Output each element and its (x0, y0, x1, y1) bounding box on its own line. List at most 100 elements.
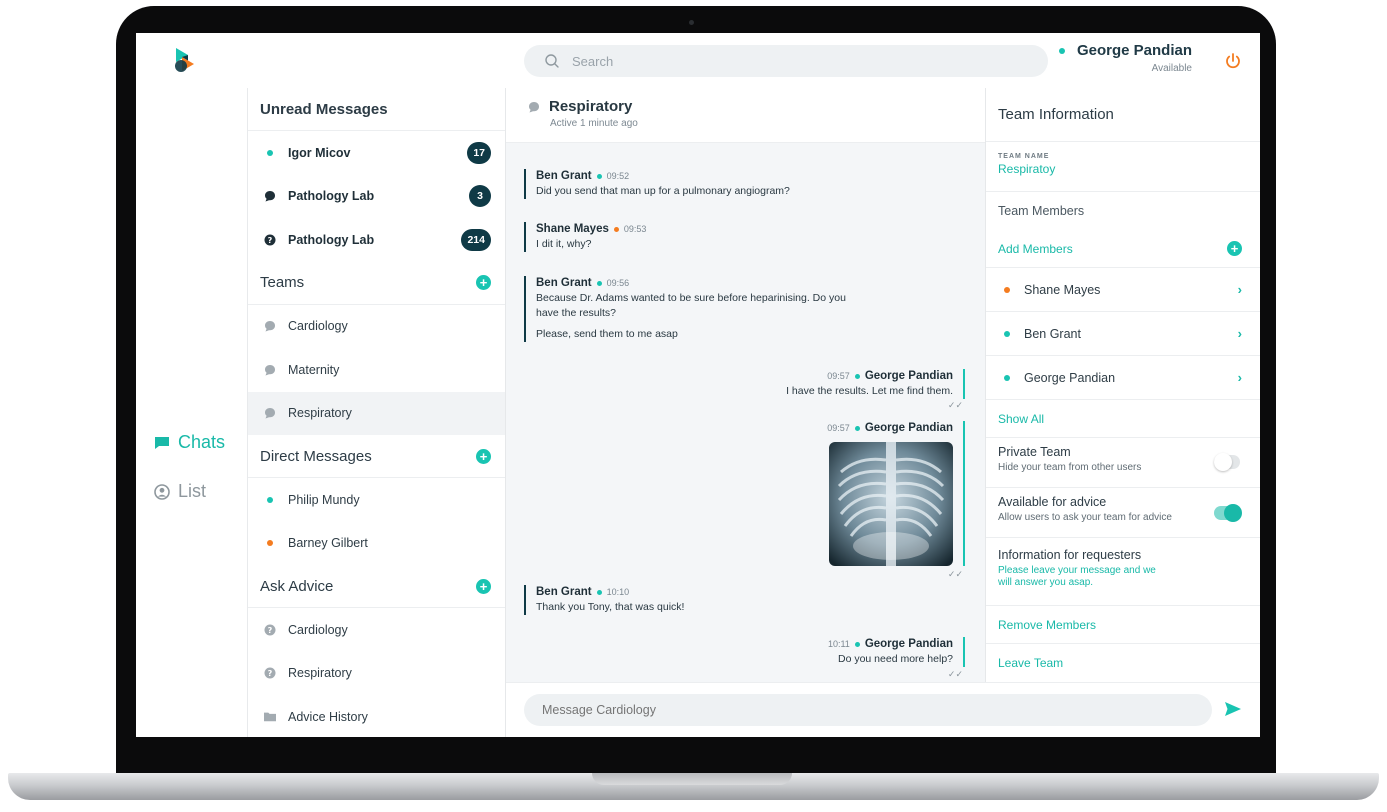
message-time: 09:53 (623, 224, 647, 234)
list-item[interactable]: ? Respiratory (248, 652, 505, 696)
list-item-label: Pathology Lab (288, 232, 375, 247)
add-members-link[interactable]: Add Members (998, 242, 1073, 256)
user-status: Available (1151, 63, 1192, 74)
message-author: Ben Grant (536, 170, 592, 182)
add-team-button[interactable]: + (476, 275, 491, 290)
team-name-label: TEAM NAME (998, 153, 1050, 160)
message-input[interactable] (542, 694, 1192, 726)
message-time: 10:11 (827, 639, 850, 649)
member-row[interactable]: Shane Mayes › (986, 268, 1260, 312)
unread-count-badge: 214 (461, 228, 491, 251)
power-icon[interactable] (1223, 51, 1243, 71)
list-item-label: Barney Gilbert (288, 536, 368, 551)
chat-icon (155, 436, 169, 449)
message-text: Do you need more help? (838, 653, 953, 665)
advice-title: Available for advice (998, 495, 1107, 509)
list-item-label: Respiratory (288, 406, 352, 421)
search-input[interactable] (572, 45, 992, 77)
requesters-block: Information for requesters Please leave … (986, 538, 1260, 606)
message: 09:57 George Pandian (827, 421, 965, 566)
message-text: Did you send that man up for a pulmonary… (536, 185, 790, 197)
add-advice-button[interactable]: + (476, 578, 491, 594)
read-receipt-icon: ✓✓ (947, 569, 963, 579)
list-item[interactable]: ? Pathology Lab 214 (248, 218, 505, 262)
team-name-value: Respiratoy (998, 162, 1056, 176)
laptop-notch (592, 773, 792, 785)
unread-count-badge: 3 (469, 185, 491, 208)
question-icon: ? (264, 234, 276, 246)
list-item[interactable]: Philip Mundy (248, 478, 505, 522)
online-dot (854, 641, 860, 647)
show-all-link[interactable]: Show All (998, 412, 1044, 426)
send-icon[interactable] (1224, 701, 1242, 717)
list-item[interactable]: Igor Micov 17 (248, 131, 505, 175)
add-members-row[interactable]: Add Members + (986, 230, 1260, 268)
requesters-text[interactable]: Please leave your message and we (998, 565, 1244, 576)
read-receipt-icon: ✓✓ (947, 400, 963, 410)
list-item-label: Cardiology (288, 622, 348, 637)
message-time: 09:56 (606, 278, 630, 288)
nav-list-label: List (178, 481, 207, 501)
online-dot (1004, 330, 1010, 337)
online-dot (854, 425, 860, 431)
user-name: George Pandian (1076, 42, 1192, 59)
list-item[interactable]: Pathology Lab 3 (248, 175, 505, 219)
requesters-text[interactable]: will answer you asap. (998, 577, 1244, 588)
remove-members-row[interactable]: Remove Members (986, 606, 1260, 644)
message-input-wrap[interactable] (524, 694, 1212, 726)
message: Ben Grant 09:52 Did you send that man up … (524, 169, 790, 199)
conversation-list: Unread Messages Igor Micov 17 Pathology … (247, 88, 505, 737)
member-row[interactable]: George Pandian › (986, 356, 1260, 400)
message: Shane Mayes 09:53 I dit it, why? (524, 222, 646, 252)
list-item[interactable]: ? Cardiology (248, 608, 505, 652)
online-dot (267, 149, 273, 156)
direct-header: Direct Messages + (248, 435, 505, 478)
away-dot (267, 540, 273, 547)
message-author: George Pandian (864, 370, 953, 382)
private-team-title: Private Team (998, 445, 1071, 459)
toggle-knob (1224, 504, 1242, 522)
search-bar[interactable] (524, 45, 1048, 77)
chat-bubble-icon (265, 364, 275, 376)
list-item-label: Advice History (288, 709, 368, 724)
list-item-selected[interactable]: Respiratory (248, 391, 505, 435)
list-item[interactable]: Cardiology (248, 305, 505, 349)
member-row[interactable]: Ben Grant › (986, 312, 1260, 356)
nav-list[interactable]: List (154, 481, 206, 502)
list-item-label: Philip Mundy (288, 492, 360, 507)
online-dot (1004, 374, 1010, 381)
message-list[interactable]: Ben Grant 09:52 Did you send that man up … (506, 143, 985, 682)
list-item[interactable]: Maternity (248, 348, 505, 392)
message-time: 09:52 (606, 171, 630, 181)
message-text: Thank you Tony, that was quick! (536, 601, 685, 613)
folder-icon (264, 712, 276, 722)
list-item-label: Respiratory (288, 666, 352, 681)
list-item[interactable]: Advice History (248, 695, 505, 737)
private-team-toggle[interactable] (1214, 453, 1240, 471)
add-member-button[interactable]: + (1227, 241, 1242, 256)
section-title: Ask Advice (260, 577, 334, 595)
remove-members-link[interactable]: Remove Members (998, 618, 1096, 632)
svg-text:?: ? (268, 236, 273, 245)
svg-text:?: ? (268, 626, 273, 635)
nav-chats-label: Chats (178, 432, 226, 452)
leave-team-row[interactable]: Leave Team (986, 644, 1260, 682)
section-title: Unread Messages (260, 100, 388, 118)
chat-bubble-icon (265, 321, 275, 332)
requesters-title: Information for requesters (998, 548, 1142, 562)
laptop-mockup: George Pandian Available Chats List Unre… (0, 0, 1387, 812)
toggle-knob (1214, 453, 1232, 471)
xray-image[interactable] (829, 442, 953, 566)
leave-team-link[interactable]: Leave Team (998, 656, 1063, 670)
show-all-row[interactable]: Show All (986, 400, 1260, 438)
nav-chats[interactable]: Chats (154, 432, 225, 453)
member-name: Ben Grant (1024, 326, 1081, 341)
advice-toggle[interactable] (1214, 504, 1242, 522)
chat-title: Respiratory (549, 98, 633, 115)
question-icon: ? (264, 667, 276, 679)
private-team-row: Private Team Hide your team from other u… (986, 438, 1260, 488)
message: Ben Grant 10:10 Thank you Tony, that was … (524, 585, 684, 615)
add-direct-button[interactable]: + (476, 448, 491, 464)
online-dot (267, 496, 273, 503)
list-item[interactable]: Barney Gilbert (248, 522, 505, 566)
